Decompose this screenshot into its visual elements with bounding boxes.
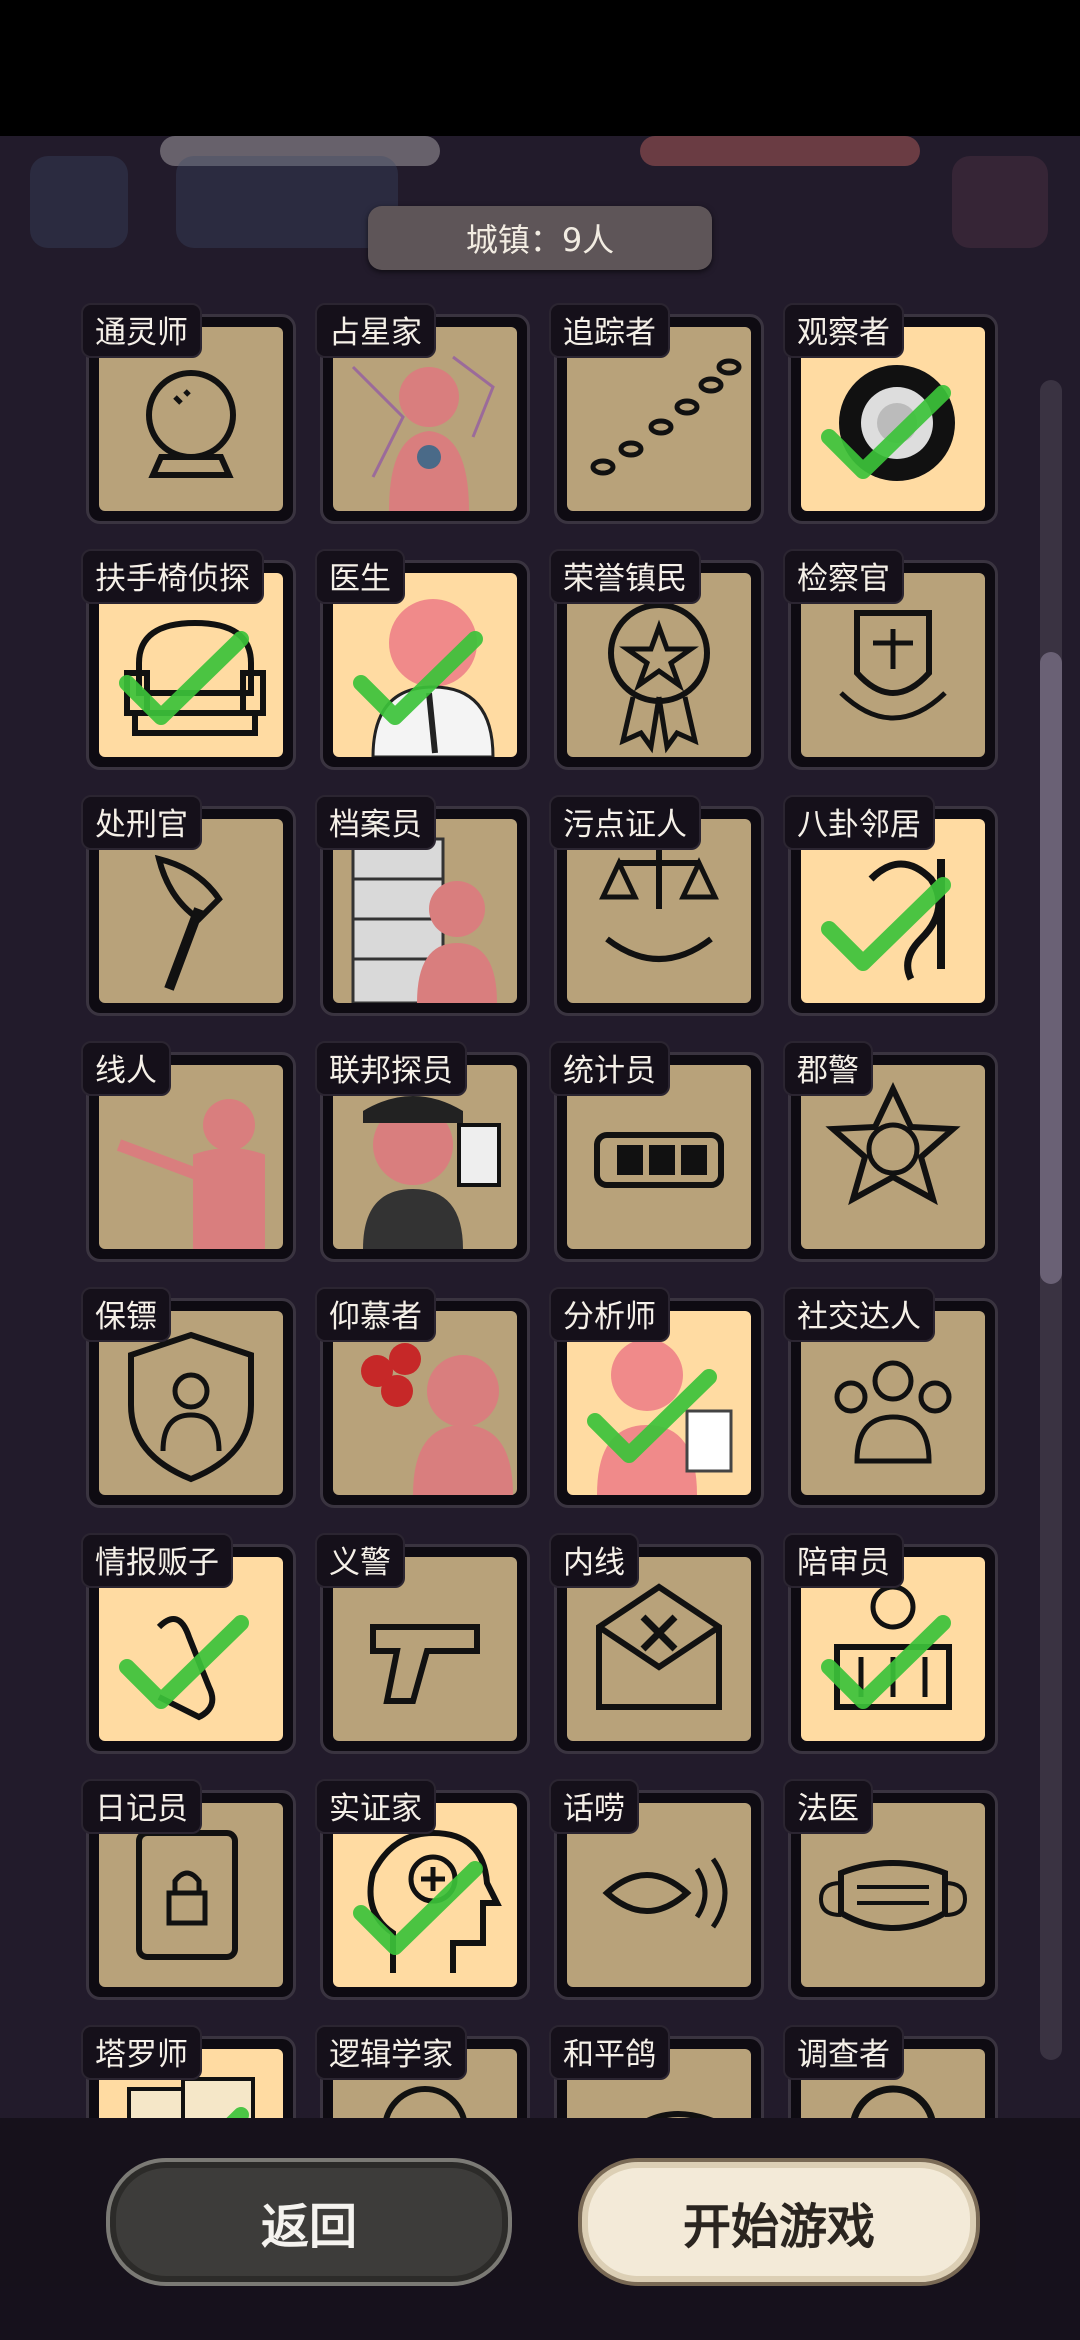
role-name-label: 调查者 <box>783 2025 904 2080</box>
role-name-label: 联邦探员 <box>315 1041 467 1096</box>
role-card[interactable]: 仰慕者 <box>315 1287 530 1508</box>
role-card[interactable]: 分析师 <box>549 1287 764 1508</box>
role-card[interactable]: 日记员 <box>81 1779 296 2000</box>
role-card[interactable]: 检察官 <box>783 549 998 770</box>
bg-notes-icon <box>30 156 128 248</box>
role-card[interactable]: 追踪者 <box>549 303 764 524</box>
role-card[interactable]: 统计员 <box>549 1041 764 1262</box>
role-name-label: 和平鸽 <box>549 2025 670 2080</box>
role-name-label: 情报贩子 <box>81 1533 233 1588</box>
role-name-label: 医生 <box>315 549 405 604</box>
role-name-label: 仰慕者 <box>315 1287 436 1342</box>
role-card[interactable]: 话唠 <box>549 1779 764 2000</box>
role-card[interactable]: 线人 <box>81 1041 296 1262</box>
role-card[interactable]: 占星家 <box>315 303 530 524</box>
role-card[interactable]: 医生 <box>315 549 530 770</box>
role-name-label: 线人 <box>81 1041 171 1096</box>
role-name-label: 通灵师 <box>81 303 202 358</box>
role-name-label: 荣誉镇民 <box>549 549 701 604</box>
role-card[interactable]: 调查者 <box>783 2025 998 2118</box>
role-card[interactable]: 内线 <box>549 1533 764 1754</box>
role-card[interactable]: 八卦邻居 <box>783 795 998 1016</box>
role-name-label: 八卦邻居 <box>783 795 935 850</box>
role-card[interactable]: 和平鸽 <box>549 2025 764 2118</box>
role-name-label: 郡警 <box>783 1041 873 1096</box>
town-count-pill: 城镇：9人 <box>368 206 712 270</box>
role-card[interactable]: 联邦探员 <box>315 1041 530 1262</box>
start-game-button[interactable]: 开始游戏 <box>578 2158 980 2286</box>
role-name-label: 实证家 <box>315 1779 436 1834</box>
role-card[interactable]: 保镖 <box>81 1287 296 1508</box>
role-name-label: 检察官 <box>783 549 904 604</box>
role-card[interactable]: 通灵师 <box>81 303 296 524</box>
role-card[interactable]: 社交达人 <box>783 1287 998 1508</box>
role-name-label: 污点证人 <box>549 795 701 850</box>
role-name-label: 保镖 <box>81 1287 171 1342</box>
role-name-label: 日记员 <box>81 1779 202 1834</box>
role-name-label: 逻辑学家 <box>315 2025 467 2080</box>
role-name-label: 处刑官 <box>81 795 202 850</box>
role-card[interactable]: 义警 <box>315 1533 530 1754</box>
role-name-label: 义警 <box>315 1533 405 1588</box>
scrollbar[interactable] <box>1040 380 1062 2060</box>
role-card[interactable]: 郡警 <box>783 1041 998 1262</box>
role-name-label: 塔罗师 <box>81 2025 202 2080</box>
role-card[interactable]: 情报贩子 <box>81 1533 296 1754</box>
role-name-label: 档案员 <box>315 795 436 850</box>
role-name-label: 扶手椅侦探 <box>81 549 264 604</box>
role-name-label: 分析师 <box>549 1287 670 1342</box>
role-card[interactable]: 处刑官 <box>81 795 296 1016</box>
role-card[interactable]: 法医 <box>783 1779 998 2000</box>
back-button[interactable]: 返回 <box>106 2158 512 2286</box>
role-name-label: 话唠 <box>549 1779 639 1834</box>
role-name-label: 法医 <box>783 1779 873 1834</box>
status-bar <box>0 0 1080 136</box>
role-name-label: 观察者 <box>783 303 904 358</box>
scrollbar-thumb[interactable] <box>1040 652 1062 1284</box>
role-card[interactable]: 陪审员 <box>783 1533 998 1754</box>
role-name-label: 社交达人 <box>783 1287 935 1342</box>
bg-red-pill <box>640 136 920 166</box>
bg-energy-panel <box>176 156 398 248</box>
bg-music-icon <box>952 156 1048 248</box>
role-card[interactable]: 实证家 <box>315 1779 530 2000</box>
role-name-label: 占星家 <box>315 303 436 358</box>
role-name-label: 内线 <box>549 1533 639 1588</box>
role-card[interactable]: 扶手椅侦探 <box>81 549 296 770</box>
role-card[interactable]: 荣誉镇民 <box>549 549 764 770</box>
role-name-label: 统计员 <box>549 1041 670 1096</box>
role-card[interactable]: 污点证人 <box>549 795 764 1016</box>
role-name-label: 陪审员 <box>783 1533 904 1588</box>
role-card[interactable]: 观察者 <box>783 303 998 524</box>
role-grid: 通灵师 占星家 追踪者 观察者扶手椅侦探 医生 荣誉镇民 检察官处刑官 档案员 污点证人 八卦邻居… <box>0 290 1080 2118</box>
role-card[interactable]: 塔罗师 <box>81 2025 296 2118</box>
role-name-label: 追踪者 <box>549 303 670 358</box>
role-card[interactable]: 档案员 <box>315 795 530 1016</box>
role-card[interactable]: B逻辑学家 <box>315 2025 530 2118</box>
